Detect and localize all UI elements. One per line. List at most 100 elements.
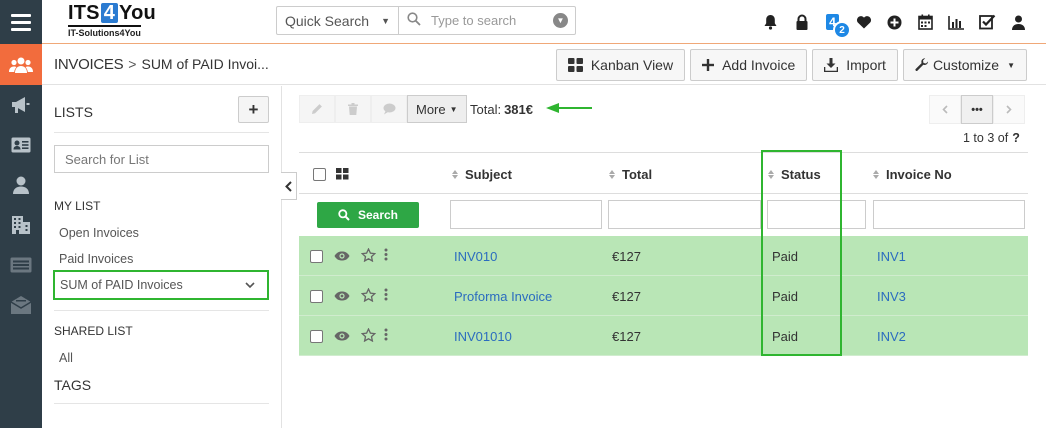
pagination: ••• <box>929 95 1025 124</box>
rail-person-icon[interactable] <box>0 165 42 205</box>
search-input[interactable]: Type to search ▼ <box>399 7 575 34</box>
cell-total: €127 <box>612 288 641 304</box>
row-checkbox[interactable] <box>310 329 323 343</box>
page-header: INVOICES > SUM of PAID Invoi... Kanban Vie… <box>42 45 1046 85</box>
table-row[interactable]: Proforma Invoice €127 Paid INV3 <box>299 276 1028 316</box>
bar-chart-icon[interactable] <box>941 0 972 44</box>
cell-invoice-no[interactable]: INV1 <box>877 236 906 276</box>
search-icon <box>407 12 421 29</box>
trash-icon[interactable] <box>335 95 371 123</box>
more-button[interactable]: More ▼ <box>407 95 467 123</box>
lock-icon[interactable] <box>786 0 817 44</box>
rail-users-icon[interactable] <box>0 44 42 85</box>
cell-subject[interactable]: INV010 <box>454 236 497 276</box>
checkbox-icon[interactable] <box>972 0 1003 44</box>
add-list-button[interactable]: + <box>238 96 269 123</box>
menu-icon[interactable] <box>0 0 42 44</box>
edit-icon[interactable] <box>299 95 335 123</box>
add-invoice-button[interactable]: Add Invoice <box>690 49 808 81</box>
sort-icon <box>609 169 615 179</box>
subject-filter-input[interactable] <box>450 200 602 229</box>
previous-page-button[interactable] <box>929 95 961 124</box>
calendar-icon[interactable] <box>910 0 941 44</box>
total-value: 381€ <box>504 102 533 117</box>
plus-circle-icon[interactable] <box>879 0 910 44</box>
bell-icon[interactable] <box>755 0 786 44</box>
grid-icon <box>567 58 583 72</box>
list-search-input[interactable]: Search for List <box>54 145 269 173</box>
cell-invoice-no[interactable]: INV2 <box>877 316 906 356</box>
annotation-arrow-icon <box>544 100 594 119</box>
download-icon <box>824 58 839 72</box>
chevron-down-icon[interactable] <box>245 278 255 292</box>
rail-contact-card-icon[interactable] <box>0 125 42 165</box>
total-count-button[interactable]: ? <box>1012 131 1020 145</box>
lists-heading: LISTS <box>54 104 93 120</box>
cell-subject[interactable]: Proforma Invoice <box>454 276 552 316</box>
row-checkbox[interactable] <box>310 249 323 263</box>
my-list-heading: MY LIST <box>54 199 101 213</box>
columns-grid-icon[interactable] <box>336 153 349 195</box>
chevron-down-circle-icon[interactable]: ▼ <box>553 13 568 28</box>
filter-row: Search <box>299 194 1028 236</box>
star-icon[interactable] <box>360 326 377 345</box>
table-row[interactable]: INV01010 €127 Paid INV2 <box>299 316 1028 356</box>
import-button[interactable]: Import <box>812 49 898 81</box>
rail-megaphone-icon[interactable] <box>0 85 42 125</box>
its4you-icon[interactable]: 4 2 <box>817 0 851 44</box>
breadcrumb: INVOICES > SUM of PAID Invoi... <box>54 56 269 73</box>
caret-down-icon: ▼ <box>1007 60 1015 70</box>
invoice-no-filter-input[interactable] <box>873 200 1025 229</box>
cell-subject[interactable]: INV01010 <box>454 316 512 356</box>
divider <box>54 132 269 133</box>
cell-total: €127 <box>612 328 641 344</box>
breadcrumb-current: SUM of PAID Invoi... <box>141 56 269 72</box>
list-item-paid-invoices[interactable]: Paid Invoices <box>59 252 133 266</box>
top-bar: ITS 4 You IT-Solutions4You Quick Search ▼ T… <box>0 0 1046 44</box>
lists-sidebar: LISTS + Search for List MY LIST Open Inv… <box>42 86 282 428</box>
eye-icon[interactable] <box>334 249 350 264</box>
search-icon <box>338 209 350 221</box>
customize-button[interactable]: Customize ▼ <box>902 49 1027 81</box>
column-header-invoice-no[interactable]: Invoice No <box>873 153 952 195</box>
eye-icon[interactable] <box>334 329 350 344</box>
tags-heading: TAGS <box>54 377 92 393</box>
cell-invoice-no[interactable]: INV3 <box>877 276 906 316</box>
column-header-subject[interactable]: Subject <box>452 153 512 195</box>
total-filter-input[interactable] <box>608 200 761 229</box>
more-vertical-icon[interactable] <box>384 328 388 344</box>
page-jump-button[interactable]: ••• <box>961 95 993 124</box>
more-vertical-icon[interactable] <box>384 248 388 264</box>
list-item-all[interactable]: All <box>59 351 73 365</box>
star-icon[interactable] <box>360 286 377 305</box>
cell-total: €127 <box>612 248 641 264</box>
comment-icon[interactable] <box>371 95 407 123</box>
rail-list-icon[interactable] <box>0 245 42 285</box>
next-page-button[interactable] <box>993 95 1025 124</box>
select-all-checkbox[interactable] <box>313 167 326 181</box>
star-icon[interactable] <box>360 246 377 265</box>
search-button[interactable]: Search <box>317 202 419 228</box>
breadcrumb-module-link[interactable]: INVOICES <box>54 56 124 73</box>
collapse-sidebar-button[interactable] <box>281 172 297 200</box>
eye-icon[interactable] <box>334 289 350 304</box>
kanban-view-button[interactable]: Kanban View <box>555 49 686 81</box>
logo[interactable]: ITS 4 You IT-Solutions4You <box>68 2 178 42</box>
column-header-total[interactable]: Total <box>609 153 652 195</box>
heart-icon[interactable] <box>848 0 879 44</box>
more-vertical-icon[interactable] <box>384 288 388 304</box>
shared-list-heading: SHARED LIST <box>54 324 133 338</box>
rail-building-icon[interactable] <box>0 205 42 245</box>
caret-down-icon: ▼ <box>449 104 458 114</box>
rail-envelope-icon[interactable] <box>0 285 42 325</box>
row-checkbox[interactable] <box>310 289 323 303</box>
status-column-highlight <box>761 150 842 356</box>
invoice-table: Subject Total Status Invoice No Search I… <box>299 152 1028 356</box>
quick-search-select[interactable]: Quick Search ▼ <box>277 7 399 34</box>
user-icon[interactable] <box>1003 0 1034 44</box>
table-row[interactable]: INV010 €127 Paid INV1 <box>299 236 1028 276</box>
page-info: 1 to 3 of? <box>963 131 1020 145</box>
list-item-open-invoices[interactable]: Open Invoices <box>59 226 139 240</box>
list-item-sum-of-paid-invoices[interactable]: SUM of PAID Invoices <box>53 270 269 300</box>
sort-icon <box>452 169 458 179</box>
